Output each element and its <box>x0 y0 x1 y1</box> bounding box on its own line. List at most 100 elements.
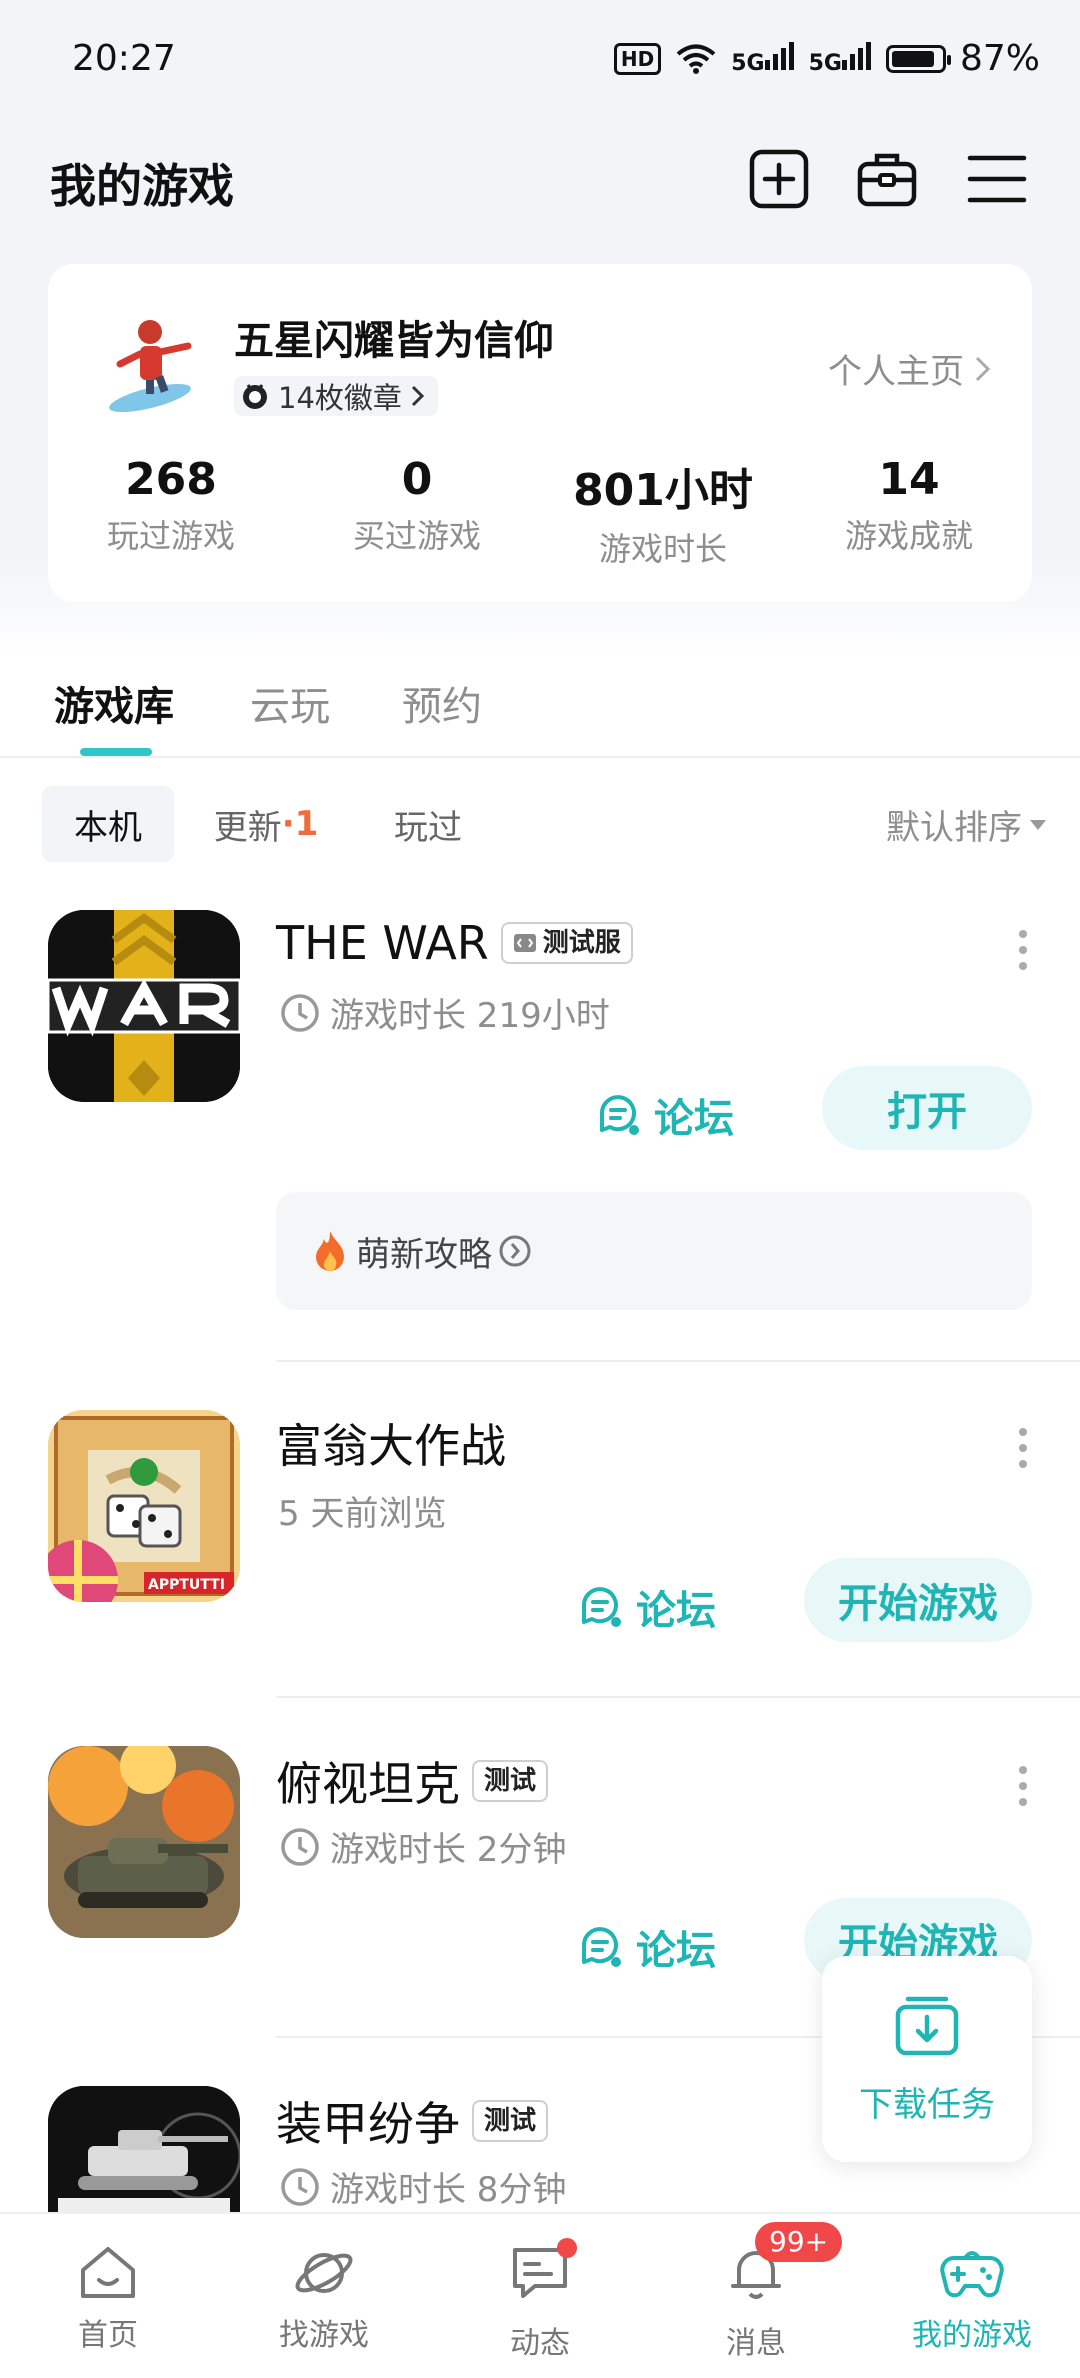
stat-value: 268 <box>125 454 217 505</box>
fire-icon <box>316 1231 344 1271</box>
newbie-guide-banner[interactable]: 萌新攻略 <box>276 1192 1032 1310</box>
add-square-icon[interactable] <box>748 148 810 210</box>
stat-label: 买过游戏 <box>352 517 481 555</box>
filter-update[interactable]: 更新 · 1 <box>196 786 336 862</box>
tab-cloud[interactable]: 云玩 <box>250 674 330 732</box>
status-bar: 20:27 HD 5G 5G 87% <box>0 0 1080 120</box>
more-options-icon[interactable] <box>1018 930 1028 970</box>
sort-dropdown[interactable]: 默认排序 <box>886 800 1046 849</box>
game-icon-topdown-tank[interactable] <box>48 1746 240 1938</box>
gamepad-icon <box>940 2251 1004 2298</box>
monopoly-board-icon: APPTUTTI <box>48 1410 240 1602</box>
stat-playtime[interactable]: 801小时 游戏时长 <box>540 454 786 570</box>
playtime-text: 游戏时长 219小时 <box>330 996 610 1036</box>
homepage-link[interactable]: 个人主页 <box>828 344 992 393</box>
divider <box>276 1696 1080 1698</box>
test-server-tag: 测试服 <box>500 922 633 964</box>
game-name[interactable]: 富翁大作战 <box>276 1410 506 1476</box>
bottom-nav: 首页 找游戏 动态 99+ 消息 我的游戏 <box>0 2212 1080 2378</box>
nav-discover[interactable]: 找游戏 <box>216 2244 432 2354</box>
nav-my-games[interactable]: 我的游戏 <box>864 2244 1080 2354</box>
apptutti-logo-text: APPTUTTI <box>148 1577 225 1593</box>
tab-reservation[interactable]: 预约 <box>402 674 482 732</box>
chevron-right-icon <box>975 356 991 381</box>
message-count-badge: 99+ <box>755 2222 843 2262</box>
forum-label: 论坛 <box>654 1096 734 1142</box>
game-title-row: 富翁大作战 <box>276 1410 506 1476</box>
game-subtitle: 游戏时长 219小时 <box>280 988 610 1037</box>
profile-card[interactable]: 五星闪耀皆为信仰 14枚徽章 个人主页 268 玩过游戏 0 买过游戏 801小… <box>48 264 1032 602</box>
clock-icon <box>281 1827 319 1866</box>
avatar[interactable] <box>100 306 210 416</box>
page-title: 我的游戏 <box>50 159 234 213</box>
more-options-icon[interactable] <box>1018 1428 1028 1468</box>
forum-icon <box>600 1095 639 1135</box>
forum-label: 论坛 <box>636 1588 716 1634</box>
start-game-button[interactable]: 开始游戏 <box>804 1558 1032 1642</box>
game-subtitle: 游戏时长 8分钟 <box>280 2162 566 2211</box>
status-icons: HD 5G 5G 87% <box>613 38 1040 79</box>
game-title-row: 装甲纷争 测试 <box>276 2088 549 2154</box>
game-subtitle: 游戏时长 2分钟 <box>280 1822 566 1871</box>
tab-library[interactable]: 游戏库 <box>54 674 174 732</box>
signal-icon-2: 5G <box>809 41 872 76</box>
badge-count-pill[interactable]: 14枚徽章 <box>234 376 438 416</box>
code-icon <box>513 934 536 952</box>
download-tray-icon <box>895 1996 959 2055</box>
forum-icon <box>582 1927 621 1967</box>
test-tag: 测试 <box>472 1760 549 1802</box>
menu-icon[interactable] <box>966 148 1028 210</box>
download-tasks-button[interactable]: 下载任务 <box>822 1956 1032 2162</box>
more-options-icon[interactable] <box>1018 1766 1028 1806</box>
filter-played[interactable]: 玩过 <box>366 786 490 862</box>
nav-label: 我的游戏 <box>912 2318 1032 2353</box>
home-icon <box>81 2247 135 2298</box>
badge-count: 14枚徽章 <box>278 381 402 415</box>
tag-label: 测试服 <box>542 928 621 958</box>
forum-label: 论坛 <box>636 1928 716 1974</box>
divider <box>276 1360 1080 1362</box>
filter-local[interactable]: 本机 <box>42 786 174 862</box>
sort-label: 默认排序 <box>886 808 1022 848</box>
game-icon-armor-conflict[interactable] <box>48 2086 240 2212</box>
clock-icon <box>281 2167 319 2206</box>
wifi-icon <box>676 44 716 74</box>
planet-icon <box>295 2253 353 2293</box>
playtime-text: 游戏时长 2分钟 <box>330 1830 567 1870</box>
library-tabs: 游戏库 云玩 预约 <box>0 660 1080 758</box>
nav-feed[interactable]: 动态 <box>432 2238 648 2362</box>
stat-value: 0 <box>401 454 433 505</box>
toolbox-icon[interactable] <box>856 148 918 210</box>
stat-achievements[interactable]: 14 游戏成就 <box>786 454 1032 557</box>
update-separator: · <box>281 804 295 844</box>
forum-button[interactable]: 论坛 <box>578 1578 716 1636</box>
download-tasks-label: 下载任务 <box>859 2084 995 2125</box>
game-icon-the-war[interactable] <box>48 910 240 1102</box>
nav-home[interactable]: 首页 <box>0 2244 216 2354</box>
chevron-circle-icon <box>499 1235 531 1267</box>
nav-label: 找游戏 <box>279 2318 369 2353</box>
stat-label: 游戏时长 <box>598 530 727 568</box>
game-name[interactable]: 俯视坦克 <box>276 1748 460 1814</box>
nav-label: 首页 <box>78 2318 138 2353</box>
forum-button[interactable]: 论坛 <box>596 1086 734 1144</box>
forum-button[interactable]: 论坛 <box>578 1918 716 1976</box>
nav-messages[interactable]: 99+ 消息 <box>648 2222 864 2362</box>
hd-icon: HD <box>613 42 662 75</box>
guide-label: 萌新攻略 <box>356 1234 492 1275</box>
game-name[interactable]: 装甲纷争 <box>276 2088 460 2154</box>
stat-value: 801小时 <box>573 465 753 516</box>
stat-label: 玩过游戏 <box>106 517 235 555</box>
playtime-text: 游戏时长 8分钟 <box>330 2170 567 2210</box>
game-icon-monopoly[interactable]: APPTUTTI <box>48 1410 240 1602</box>
stat-played[interactable]: 268 玩过游戏 <box>48 454 294 557</box>
open-button[interactable]: 打开 <box>822 1066 1032 1150</box>
stat-bought[interactable]: 0 买过游戏 <box>294 454 540 557</box>
game-name[interactable]: THE WAR <box>276 916 489 970</box>
chevron-right-icon <box>411 385 425 407</box>
game-title-row: THE WAR 测试服 <box>276 916 633 970</box>
filter-update-label: 更新 <box>213 807 282 848</box>
medal-icon <box>243 384 267 409</box>
stat-value: 14 <box>878 454 940 505</box>
stat-label: 游戏成就 <box>844 517 973 555</box>
